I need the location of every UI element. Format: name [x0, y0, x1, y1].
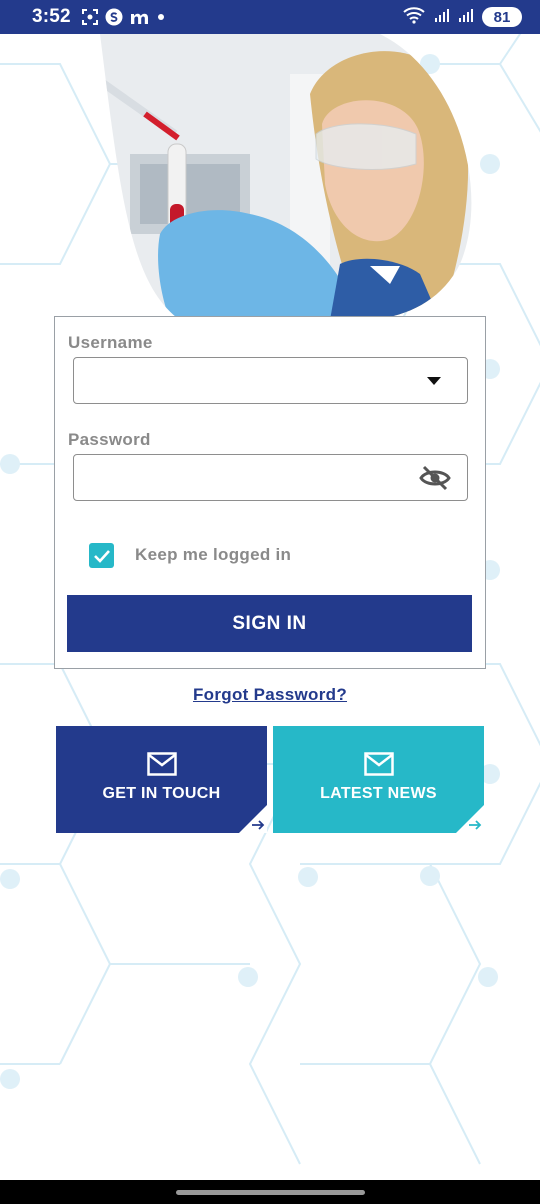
- wifi-icon: [402, 6, 426, 29]
- arrow-right-icon: [469, 820, 482, 830]
- chevron-down-icon[interactable]: [427, 377, 441, 385]
- arrow-right-icon: [252, 820, 265, 830]
- password-field[interactable]: [73, 454, 468, 501]
- password-input[interactable]: [74, 455, 467, 500]
- hero-image: [100, 34, 472, 320]
- mail-icon: [146, 752, 177, 776]
- battery-level: 81: [493, 8, 511, 26]
- login-card: Username Password Keep me logged in SIGN…: [54, 316, 486, 669]
- system-icons: 81: [402, 6, 522, 29]
- dot-icon: [157, 8, 165, 26]
- password-label: Password: [68, 430, 151, 449]
- screenshot-icon: [81, 8, 99, 26]
- checkmark-icon: [93, 549, 110, 563]
- latest-news-tile[interactable]: LATEST NEWS: [273, 726, 484, 833]
- status-bar: 3:52 81: [0, 0, 540, 34]
- battery-icon: 81: [482, 7, 522, 27]
- s-app-icon: [105, 8, 123, 26]
- eye-off-icon[interactable]: [419, 465, 451, 491]
- username-label: Username: [68, 333, 153, 352]
- keep-logged-in-label[interactable]: Keep me logged in: [135, 545, 291, 565]
- navigation-bar: [0, 1180, 540, 1204]
- username-dropdown[interactable]: [73, 357, 468, 404]
- m-app-icon: [129, 8, 151, 26]
- signal-icon: [434, 7, 450, 28]
- status-time: 3:52: [32, 6, 71, 27]
- keep-logged-in-checkbox[interactable]: [89, 543, 114, 568]
- notification-icons: [81, 8, 165, 26]
- get-in-touch-label: GET IN TOUCH: [102, 785, 221, 802]
- latest-news-label: LATEST NEWS: [320, 785, 437, 802]
- signal-icon-2: [458, 7, 474, 28]
- home-gesture-handle[interactable]: [176, 1190, 365, 1195]
- sign-in-button[interactable]: SIGN IN: [67, 595, 472, 652]
- get-in-touch-tile[interactable]: GET IN TOUCH: [56, 726, 267, 833]
- forgot-password-link[interactable]: Forgot Password?: [0, 685, 540, 705]
- mail-icon: [363, 752, 394, 776]
- username-input[interactable]: [74, 358, 467, 403]
